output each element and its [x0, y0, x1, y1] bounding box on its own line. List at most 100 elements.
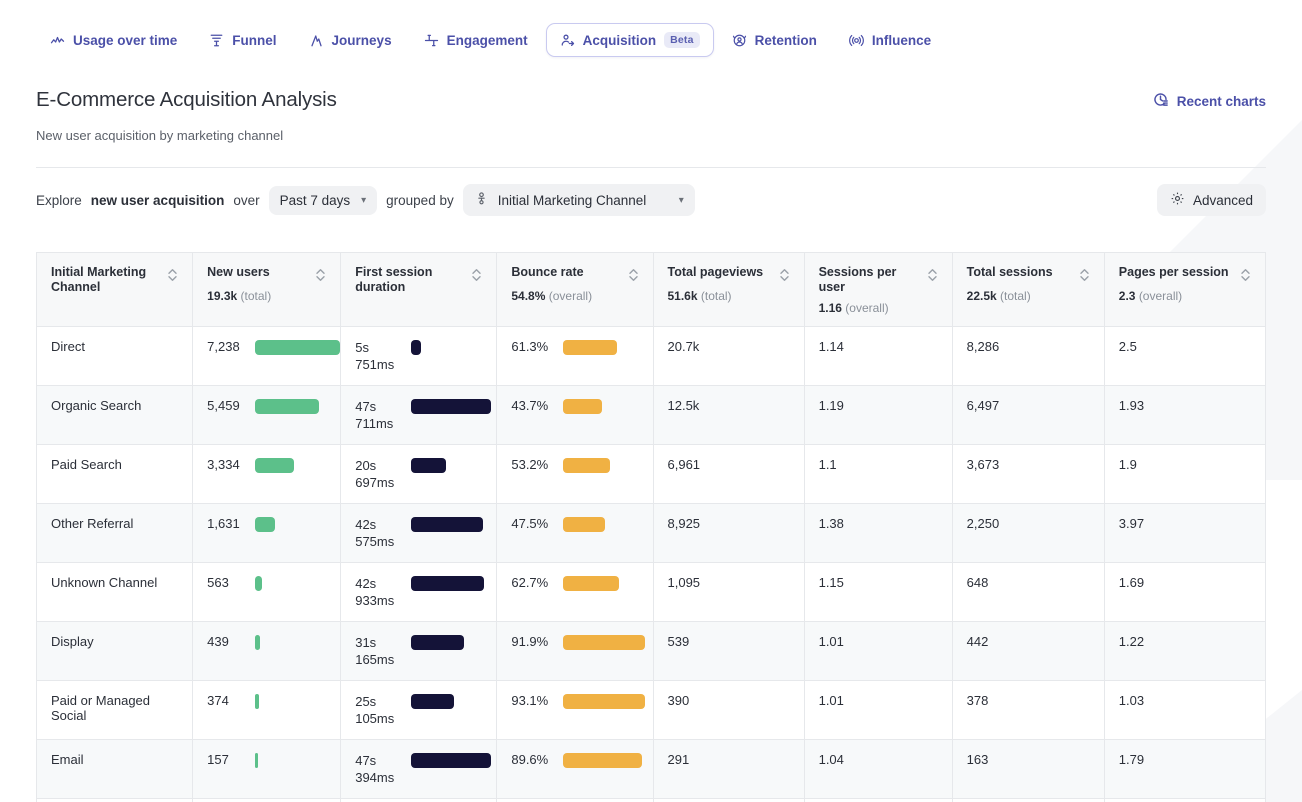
first-session-duration-bar	[411, 458, 446, 473]
table-row[interactable]: Email 157 47s 394ms 89.6% 291 1.04 163 1.79	[36, 739, 1266, 799]
cell-bounce-rate: 91.9%	[496, 621, 654, 681]
tab-retention[interactable]: Retention	[718, 24, 831, 57]
column-header-label: Total sessions	[966, 265, 1053, 279]
total-sessions-value: 6,497	[966, 398, 1000, 413]
cell-bounce-rate: 93.1%	[496, 680, 654, 740]
cell-channel: Organic Search	[36, 385, 194, 445]
results-table-wrapper: Initial Marketing Channel New users 19.3k …	[0, 216, 1302, 802]
bounce-rate-value: 62.7%	[511, 575, 549, 590]
column-header-label: New users	[207, 265, 270, 279]
column-header-first-session-duration[interactable]: First session duration	[340, 252, 498, 327]
column-header-bounce-rate[interactable]: Bounce rate 54.8% (overall)	[496, 252, 654, 327]
tab-engagement[interactable]: Engagement	[410, 24, 542, 57]
cell-new-users: 5,459	[192, 385, 342, 445]
column-header-initial-marketing-channel[interactable]: Initial Marketing Channel	[36, 252, 194, 327]
table-header-row: Initial Marketing Channel New users 19.3k …	[36, 252, 1266, 327]
column-header-sessions-per-user[interactable]: Sessions per user 1.16 (overall)	[804, 252, 953, 327]
sort-toggle-icon[interactable]	[315, 265, 326, 283]
tab-label: Funnel	[232, 32, 277, 48]
cell-channel: Paid Search	[36, 444, 194, 504]
sort-toggle-icon[interactable]	[628, 265, 639, 283]
column-summary-value: 51.6k	[667, 289, 698, 303]
cell-total-pageviews: 539	[653, 621, 805, 681]
cell-total-pageviews: 390	[653, 680, 805, 740]
tab-acquisition[interactable]: Acquisition Beta	[545, 23, 714, 57]
cell-first-session-duration: 47s 394ms	[340, 739, 498, 799]
acquisition-icon	[560, 33, 575, 48]
chevron-down-icon: ▾	[678, 194, 684, 206]
total-pageviews-value: 8,925	[667, 516, 701, 531]
cell-first-session-duration: 47s 711ms	[340, 385, 498, 445]
cell-sessions-per-user: 1.15	[804, 562, 953, 622]
table-row[interactable]: Paid or Managed Social 374 25s 105ms 93.1% 3…	[36, 680, 1266, 740]
new-users-bar	[255, 635, 261, 650]
usage-over-time-icon	[50, 33, 65, 48]
table-row[interactable]: Paid Search 3,334 20s 697ms 53.2% 6,961 1.1 3,…	[36, 444, 1266, 504]
table-row[interactable]: Direct 7,238 5s 751ms 61.3% 20.7k 1.14 8,286 2.…	[36, 326, 1266, 386]
sort-toggle-icon[interactable]	[471, 265, 482, 283]
tab-usage-over-time[interactable]: Usage over time	[36, 24, 191, 57]
first-session-duration-value: 20s 697ms	[355, 458, 395, 490]
table-row[interactable]: Other Referral 1,631 42s 575ms 47.5% 8,925 1.…	[36, 503, 1266, 563]
cell-total-sessions: 8,286	[952, 326, 1105, 386]
column-summary-qualifier: (overall)	[1138, 289, 1183, 303]
tab-funnel[interactable]: Funnel	[195, 24, 290, 57]
date-range-selector[interactable]: Past 7 days ▾	[268, 185, 378, 215]
cell-channel: Unknown Channel	[36, 562, 194, 622]
first-session-duration-value: 42s 933ms	[355, 576, 395, 608]
cell-bounce-rate: 61.3%	[496, 326, 654, 386]
cell-bounce-rate: 89.6%	[496, 739, 654, 799]
column-header-total-sessions[interactable]: Total sessions 22.5k (total)	[952, 252, 1105, 327]
advanced-label: Advanced	[1192, 192, 1253, 208]
cell-sessions-per-user: 1.1	[804, 444, 953, 504]
new-users-value: 374	[207, 693, 229, 708]
analysis-type-tabbar: Usage over time Funnel Journeys Engagement A…	[0, 0, 1302, 62]
group-by-selector[interactable]: Initial Marketing Channel ▾	[462, 184, 695, 216]
new-users-value: 3,334	[207, 457, 240, 472]
bounce-rate-bar	[563, 753, 643, 768]
page-title: E-Commerce Acquisition Analysis	[36, 88, 337, 111]
advanced-button[interactable]: Advanced	[1156, 184, 1266, 216]
tab-journeys[interactable]: Journeys	[295, 24, 406, 57]
recent-charts-button[interactable]: Recent charts	[1152, 88, 1266, 111]
cell-bounce-rate: 62.7%	[496, 562, 654, 622]
new-users-bar	[255, 576, 262, 591]
first-session-duration-value: 47s 711ms	[355, 399, 394, 431]
tab-label: Journeys	[331, 32, 392, 48]
sort-toggle-icon[interactable]	[927, 265, 938, 283]
table-row[interactable]: Display 439 31s 165ms 91.9% 539 1.01 442 1.22	[36, 621, 1266, 681]
sort-toggle-icon[interactable]	[1240, 265, 1251, 283]
bounce-rate-bar	[563, 694, 646, 709]
total-pageviews-value: 20.7k	[667, 339, 700, 354]
column-summary-qualifier: (total)	[240, 289, 272, 303]
influence-icon	[849, 33, 864, 48]
recent-charts-label: Recent charts	[1176, 93, 1266, 109]
funnel-icon	[209, 33, 224, 48]
table-row[interactable]: Unknown Channel 563 42s 933ms 62.7% 1,095 1.1…	[36, 562, 1266, 622]
cell-first-session-duration: 42s 933ms	[340, 562, 498, 622]
table-row[interactable]: Organic Social10230s 90ms54.9%1701.11113…	[36, 798, 1266, 802]
column-header-total-pageviews[interactable]: Total pageviews 51.6k (total)	[653, 252, 805, 327]
chevron-down-icon: ▾	[361, 194, 367, 206]
table-row[interactable]: Organic Search 5,459 47s 711ms 43.7% 12.5k 1.…	[36, 385, 1266, 445]
cell-channel: Direct	[36, 326, 194, 386]
tab-label: Influence	[871, 32, 932, 48]
sort-toggle-icon[interactable]	[779, 265, 790, 283]
column-header-label: First session duration	[355, 265, 433, 294]
pages-per-session-value: 1.9	[1118, 457, 1137, 472]
cell-channel: Email	[36, 739, 194, 799]
sort-toggle-icon[interactable]	[1079, 265, 1090, 283]
cell-new-users: 3,334	[192, 444, 342, 504]
channel-name: Unknown Channel	[51, 575, 158, 590]
column-header-new-users[interactable]: New users 19.3k (total)	[192, 252, 342, 327]
retention-icon	[732, 33, 747, 48]
new-users-bar	[255, 458, 295, 473]
tab-influence[interactable]: Influence	[835, 24, 945, 57]
channel-name: Organic Search	[51, 398, 142, 413]
channel-name: Other Referral	[51, 516, 134, 531]
channel-name: Direct	[51, 339, 85, 354]
total-pageviews-value: 539	[667, 634, 690, 649]
cell-new-users: 157	[192, 739, 342, 799]
sort-toggle-icon[interactable]	[167, 265, 178, 283]
column-header-pages-per-session[interactable]: Pages per session 2.3 (overall)	[1104, 252, 1266, 327]
